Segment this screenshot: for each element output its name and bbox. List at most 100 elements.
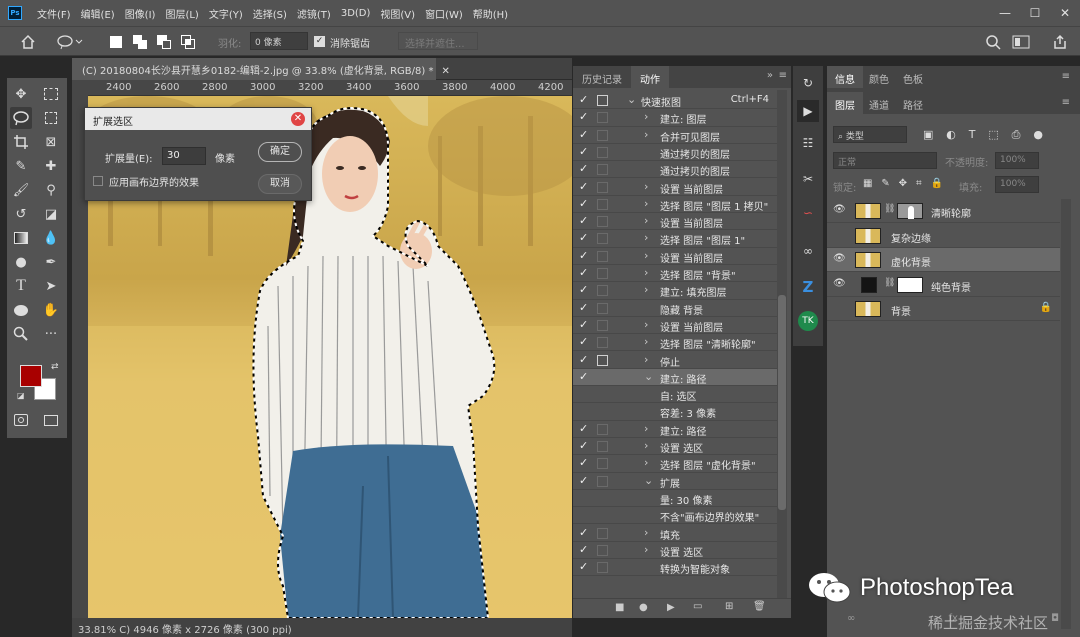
dialog-toggle-box[interactable]	[597, 285, 608, 297]
adjustment-filter-icon[interactable]: ◐	[946, 128, 956, 142]
action-enabled-check-icon[interactable]: ✓	[579, 180, 588, 193]
collapse-arrow-icon[interactable]: ⌄	[627, 93, 636, 106]
action-row[interactable]: ✓ › 建立: 路径	[573, 421, 777, 438]
action-row[interactable]: ✓ ⌄ 扩展	[573, 473, 777, 490]
action-enabled-check-icon[interactable]: ✓	[579, 318, 588, 331]
quick-mask-icon[interactable]	[10, 409, 32, 431]
new-set-folder-icon[interactable]: ▭	[693, 601, 702, 612]
share-icon[interactable]	[1052, 34, 1068, 50]
fill-input[interactable]: 100%	[995, 176, 1039, 193]
dialog-toggle-box[interactable]	[597, 233, 608, 245]
dialog-toggle-box[interactable]	[597, 562, 608, 574]
default-colors-icon[interactable]: ◪	[17, 391, 25, 400]
dialog-toggle-box[interactable]	[597, 527, 608, 539]
new-selection-icon[interactable]	[108, 34, 124, 50]
layer-mask-thumbnail[interactable]	[897, 276, 923, 293]
eraser-tool-icon[interactable]: ◪	[40, 203, 62, 225]
scissors-icon[interactable]: ✂	[797, 168, 819, 190]
maximize-button[interactable]: ☐	[1020, 0, 1050, 26]
feather-input[interactable]: 0 像素	[250, 32, 308, 50]
close-window-button[interactable]: ✕	[1050, 0, 1080, 26]
expand-arrow-icon[interactable]: ›	[644, 231, 648, 244]
intersect-selection-icon[interactable]	[180, 34, 196, 50]
lock-transparent-icon[interactable]: ▦	[863, 178, 872, 192]
filter-toggle-icon[interactable]: ●	[1033, 128, 1043, 142]
panel-menu-icon[interactable]: ≡	[779, 70, 787, 81]
cancel-button[interactable]: 取消	[258, 174, 302, 194]
action-enabled-check-icon[interactable]: ✓	[579, 353, 588, 366]
dialog-toggle-box[interactable]	[597, 319, 608, 331]
action-enabled-check-icon[interactable]: ✓	[579, 474, 588, 487]
dialog-toggle-box[interactable]	[597, 337, 608, 349]
action-row[interactable]: ✓ › 选择 图层 "图层 1 拷贝"	[573, 196, 777, 214]
plugin-tk-icon[interactable]: TK	[798, 311, 818, 331]
screen-mode-icon[interactable]	[40, 409, 62, 431]
action-row[interactable]: ✓ ⌄ 快速抠图 Ctrl+F4	[573, 92, 777, 110]
action-row[interactable]: ✓ › 设置 当前图层	[573, 179, 777, 196]
action-enabled-check-icon[interactable]: ✓	[579, 543, 588, 556]
action-row[interactable]: 容差: 3 像素	[573, 403, 777, 421]
tab-layers[interactable]: 图层	[827, 92, 863, 114]
layer-row[interactable]: 👁 ⛓ 清晰轮廓	[827, 199, 1060, 223]
dialog-toggle-box[interactable]	[597, 112, 608, 124]
menu-window[interactable]: 窗口(W)	[420, 6, 468, 21]
expand-arrow-icon[interactable]: ›	[644, 249, 648, 262]
link-layers-icon[interactable]: ∞	[847, 613, 855, 631]
action-enabled-check-icon[interactable]: ✓	[579, 560, 588, 573]
visibility-eye-icon[interactable]: 👁	[833, 253, 846, 264]
healing-brush-tool-icon[interactable]: ✚	[40, 155, 62, 177]
lasso-tool-icon[interactable]	[10, 107, 32, 129]
menu-image[interactable]: 图像(I)	[120, 6, 161, 21]
tab-color[interactable]: 颜色	[861, 66, 897, 88]
visibility-eye-icon[interactable]: 👁	[833, 204, 846, 215]
blend-mode-select[interactable]: 正常	[833, 152, 937, 169]
dialog-toggle-box[interactable]	[597, 129, 608, 141]
collapse-arrow-icon[interactable]: ⌄	[644, 370, 653, 383]
expand-arrow-icon[interactable]: ›	[644, 266, 648, 279]
dialog-toggle-box[interactable]	[597, 181, 608, 193]
dialog-toggle-box[interactable]	[597, 302, 608, 314]
dialog-toggle-box[interactable]	[597, 423, 608, 435]
expand-arrow-icon[interactable]: ›	[644, 197, 648, 210]
action-row[interactable]: 不含"画布边界的效果"	[573, 507, 777, 525]
action-enabled-check-icon[interactable]: ✓	[579, 526, 588, 539]
shape-filter-icon[interactable]: ⬚	[988, 128, 998, 142]
dialog-toggle-box[interactable]	[597, 544, 608, 556]
action-row[interactable]: 量: 30 像素	[573, 490, 777, 508]
action-enabled-check-icon[interactable]: ✓	[579, 231, 588, 244]
lock-position-icon[interactable]: ✥	[899, 178, 907, 192]
dialog-toggle-box[interactable]	[597, 475, 608, 487]
action-row[interactable]: ✓ 隐藏 背景	[573, 300, 777, 317]
mask-link-icon[interactable]: ⛓	[884, 278, 895, 288]
layers-panel-menu-icon[interactable]: ≡	[1062, 97, 1070, 108]
action-enabled-check-icon[interactable]: ✓	[579, 197, 588, 210]
dialog-toggle-box[interactable]	[597, 354, 608, 366]
collapse-arrow-icon[interactable]: ⌄	[644, 474, 653, 487]
crop-tool-icon[interactable]	[10, 131, 32, 153]
smart-object-filter-icon[interactable]: ⎙	[1012, 128, 1021, 142]
action-row[interactable]: 自: 选区	[573, 386, 777, 404]
action-enabled-check-icon[interactable]: ✓	[579, 456, 588, 469]
dialog-toggle-box[interactable]	[597, 198, 608, 210]
expand-arrow-icon[interactable]: ›	[644, 335, 648, 348]
info-panel-menu-icon[interactable]: ≡	[1062, 71, 1070, 82]
history-brush-tool-icon[interactable]: ↺	[10, 203, 32, 225]
frame-tool-icon[interactable]: ⊠	[40, 131, 62, 153]
action-row[interactable]: ✓ ⌄ 建立: 路径	[573, 368, 777, 387]
image-filter-icon[interactable]: ▣	[923, 128, 933, 142]
home-icon[interactable]	[20, 34, 36, 50]
action-row[interactable]: ✓ › 设置 当前图层	[573, 248, 777, 265]
expand-arrow-icon[interactable]: ›	[644, 283, 648, 296]
type-filter-icon[interactable]: T	[969, 128, 976, 142]
menu-edit[interactable]: 编辑(E)	[76, 6, 120, 21]
object-select-tool-icon[interactable]	[40, 107, 62, 129]
action-row[interactable]: ✓ › 选择 图层 "清晰轮廓"	[573, 334, 777, 352]
action-row[interactable]: ✓ › 建立: 填充图层	[573, 282, 777, 300]
layer-row[interactable]: 复杂边缘	[827, 224, 1060, 248]
action-enabled-check-icon[interactable]: ✓	[579, 335, 588, 348]
dialog-toggle-box[interactable]	[597, 95, 608, 106]
action-row[interactable]: ✓ › 设置 当前图层	[573, 317, 777, 335]
expand-arrow-icon[interactable]: ›	[644, 110, 648, 123]
menu-layer[interactable]: 图层(L)	[160, 6, 203, 21]
gradient-tool-icon[interactable]	[10, 227, 32, 249]
